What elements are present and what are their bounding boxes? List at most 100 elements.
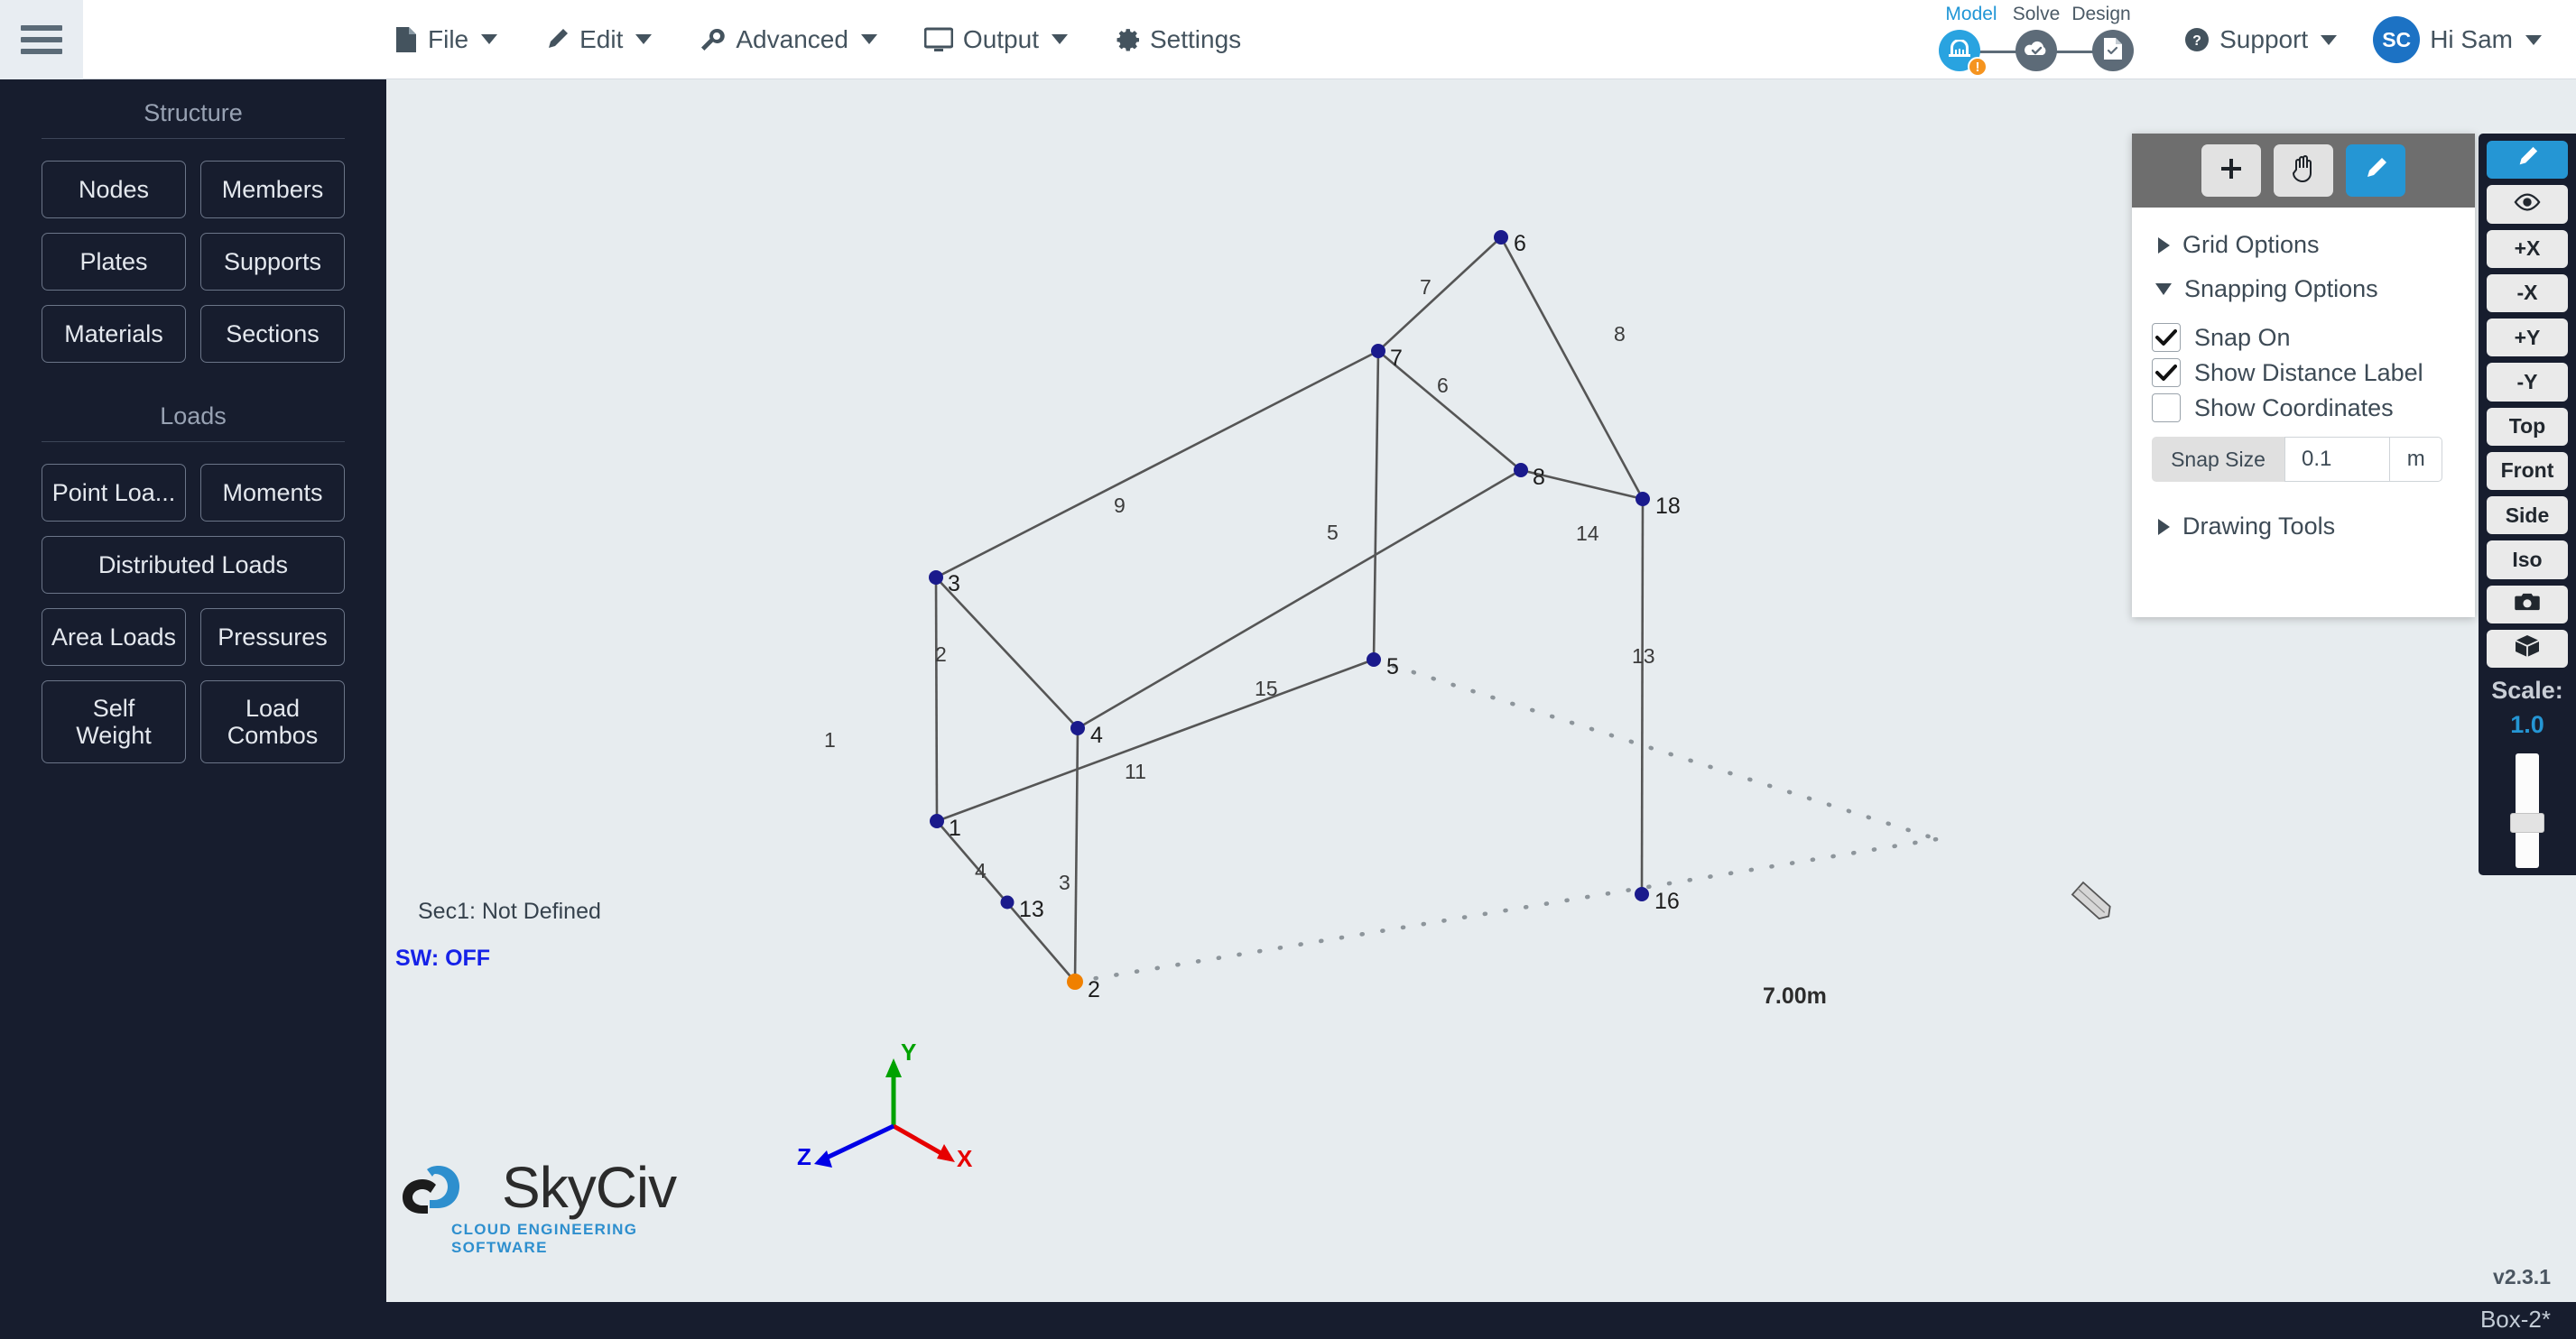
skyciv-logo-tagline: CLOUD ENGINEERING SOFTWARE <box>451 1221 638 1256</box>
snapping-options-toggle[interactable]: Snapping Options <box>2132 275 2475 303</box>
self-weight-status-text: SW: OFF <box>395 946 491 971</box>
menu-file-label: File <box>428 24 469 53</box>
doc-check-icon <box>2103 37 2123 65</box>
user-menu[interactable]: SC Hi Sam <box>2373 16 2542 63</box>
stepper-button-design[interactable] <box>2092 30 2134 71</box>
snap-on-checkbox-row[interactable]: Snap On <box>2132 323 2475 352</box>
view-top-button[interactable]: Top <box>2487 407 2568 446</box>
member-2-line <box>935 577 1079 729</box>
pencil-cursor-icon <box>2071 881 2111 920</box>
sidebar-item-nodes[interactable]: Nodes <box>42 161 186 218</box>
scale-slider[interactable] <box>2510 753 2544 868</box>
workflow-stepper: Model Solve Design ! <box>1939 4 2137 79</box>
snap-size-input[interactable]: 0.1 <box>2284 437 2391 482</box>
stepper-button-model[interactable]: ! <box>1939 30 1988 77</box>
view-screenshot-button[interactable] <box>2487 585 2568 623</box>
scale-slider-thumb[interactable] <box>2510 813 2544 834</box>
node-label-2: 2 <box>1088 977 1100 1002</box>
chevron-down-icon <box>2525 34 2542 45</box>
sidebar-item-self-weight[interactable]: Self Weight <box>42 680 186 763</box>
snap-on-checkbox[interactable] <box>2152 323 2181 352</box>
node-8-dot <box>1514 463 1528 477</box>
divider <box>42 138 345 139</box>
member-label-4: 4 <box>975 859 987 882</box>
menu-advanced-label: Advanced <box>736 24 848 53</box>
menu-edit[interactable]: Edit <box>544 25 653 54</box>
drawing-tools-toggle[interactable]: Drawing Tools <box>2132 513 2475 540</box>
snapping-options-label: Snapping Options <box>2184 275 2378 302</box>
show-distance-label-checkbox-row[interactable]: Show Distance Label <box>2132 358 2475 387</box>
menu-advanced[interactable]: Advanced <box>699 25 877 54</box>
menu-output[interactable]: Output <box>923 25 1068 54</box>
view-front-button[interactable]: Front <box>2487 451 2568 491</box>
node-13-dot <box>1000 895 1015 910</box>
scale-value: 1.0 <box>2510 711 2544 739</box>
snap-size-unit-select[interactable]: m <box>2390 437 2442 482</box>
sidebar-item-plates[interactable]: Plates <box>42 233 186 291</box>
member-label-14: 14 <box>1576 522 1599 545</box>
show-coordinates-checkbox[interactable] <box>2152 393 2181 422</box>
member-label-15: 15 <box>1255 677 1278 700</box>
sidebar-item-supports[interactable]: Supports <box>200 233 345 291</box>
sidebar-item-pressures[interactable]: Pressures <box>200 608 345 666</box>
view-iso-button[interactable]: Iso <box>2487 540 2568 579</box>
chevron-down-icon <box>635 34 653 44</box>
user-greeting: Hi Sam <box>2430 25 2513 53</box>
sidebar-section-structure-title: Structure <box>144 99 243 126</box>
stepper-button-solve[interactable] <box>2015 30 2057 71</box>
sidebar-item-moments[interactable]: Moments <box>200 464 345 522</box>
node-4-dot <box>1070 721 1085 735</box>
show-coordinates-checkbox-row[interactable]: Show Coordinates <box>2132 393 2475 422</box>
menu-settings[interactable]: Settings <box>1115 25 1241 54</box>
stepper-warning-badge: ! <box>1968 57 1988 77</box>
chevron-down-icon <box>860 34 877 44</box>
file-name-label: Box-2* <box>2479 1306 2551 1333</box>
member-label-3: 3 <box>1059 871 1070 894</box>
view-minus-y-button[interactable]: -Y <box>2487 363 2568 402</box>
distance-label: 7.00m <box>1763 983 1827 1009</box>
axis-z-arrow <box>814 1150 832 1168</box>
wrench-icon <box>699 27 726 52</box>
node-label-8: 8 <box>1533 465 1545 490</box>
sidebar-item-sections[interactable]: Sections <box>200 305 345 363</box>
member-5-line <box>1372 350 1380 660</box>
sidebar-item-distributed-loads[interactable]: Distributed Loads <box>42 536 345 594</box>
view-render-3d-button[interactable] <box>2487 629 2568 669</box>
view-side-button[interactable]: Side <box>2487 496 2568 535</box>
pan-tool-button[interactable] <box>2274 144 2333 197</box>
menu-file[interactable]: File <box>394 24 498 54</box>
checkmark-icon <box>2155 365 2177 381</box>
hamburger-menu-button[interactable] <box>0 0 83 79</box>
gear-icon <box>1115 27 1140 52</box>
view-toolbar: +X -X +Y -Y Top Front Side Iso Scale: 1.… <box>2479 134 2576 875</box>
sidebar-item-members[interactable]: Members <box>200 161 345 218</box>
member-13-line <box>1640 498 1645 895</box>
view-minus-x-button[interactable]: -X <box>2487 273 2568 313</box>
chevron-down-icon <box>481 34 498 44</box>
node-label-16: 16 <box>1654 889 1680 914</box>
sidebar-item-point-loads[interactable]: Point Loa... <box>42 464 186 522</box>
grid-options-toggle[interactable]: Grid Options <box>2132 231 2475 259</box>
sidebar-item-materials[interactable]: Materials <box>42 305 186 363</box>
snap-on-label: Snap On <box>2194 323 2291 351</box>
add-tool-button[interactable] <box>2201 144 2261 197</box>
pencil-icon <box>2516 145 2539 174</box>
support-menu[interactable]: ? Support <box>2184 25 2338 54</box>
view-plus-x-button[interactable]: +X <box>2487 229 2568 268</box>
view-draw-button[interactable] <box>2487 141 2568 180</box>
status-bar: Box-2* <box>386 1302 2576 1339</box>
file-icon <box>394 26 418 53</box>
menu-settings-label: Settings <box>1149 24 1242 53</box>
node-6-dot <box>1494 230 1508 245</box>
draw-tool-button[interactable] <box>2346 144 2405 197</box>
show-distance-label-checkbox[interactable] <box>2152 358 2181 387</box>
skyciv-logo-text: SkyCiv <box>502 1155 677 1220</box>
view-visibility-button[interactable] <box>2487 185 2568 224</box>
stepper-label-solve: Solve <box>2012 4 2061 24</box>
node-3-dot <box>929 570 943 585</box>
view-plus-y-button[interactable]: +Y <box>2487 319 2568 357</box>
sidebar-item-area-loads[interactable]: Area Loads <box>42 608 186 666</box>
checkmark-icon <box>2155 329 2177 346</box>
sidebar-item-load-combos[interactable]: Load Combos <box>200 680 345 763</box>
cube-icon <box>2514 634 2541 663</box>
